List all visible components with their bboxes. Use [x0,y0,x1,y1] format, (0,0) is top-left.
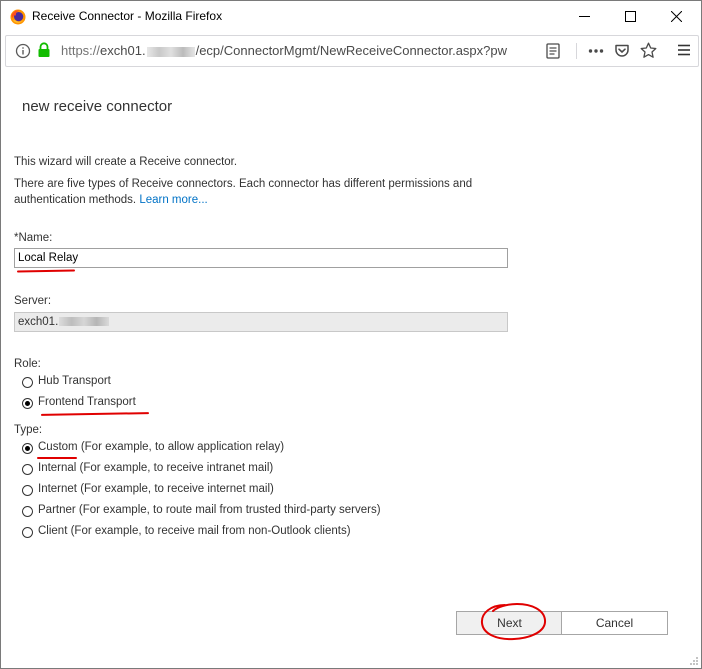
type-option-label: Internet (For example, to receive intern… [38,483,274,495]
description-text-line2: authentication methods. Learn more... [14,192,208,208]
reader-view-icon[interactable] [546,43,560,59]
radio-button-selected[interactable] [22,398,33,409]
url-bar[interactable]: https://exch01. /ecp/ConnectorMgmt/NewRec… [5,35,699,67]
server-label: Server: [14,295,52,307]
page-actions-icon[interactable] [588,48,604,54]
type-option-label: Internal (For example, to receive intran… [38,462,274,474]
role-label: Role: [14,358,41,370]
name-label: *Name: [14,232,53,244]
firefox-logo-icon [10,9,26,25]
role-option-label: Frontend Transport [38,396,136,408]
type-option-label: Custom (For example, to allow applicatio… [38,441,285,453]
url-scheme: https:// [61,43,101,58]
cancel-button[interactable]: Cancel [561,611,668,635]
red-circle-annotation [480,602,546,641]
type-label: Type: [14,424,43,436]
close-button[interactable] [654,1,700,32]
redacted-hostname [146,46,195,57]
description-text-2: authentication methods. [14,194,137,206]
name-input[interactable]: Local Relay [14,248,508,268]
window-title: Receive Connector - Mozilla Firefox [32,9,223,23]
title-bar[interactable]: Receive Connector - Mozilla Firefox [1,1,701,32]
type-option-label: Client (For example, to receive mail fro… [38,525,351,537]
url-host: exch01. [100,43,146,58]
redacted-server-domain [59,317,110,327]
info-icon[interactable] [15,43,31,59]
resize-grip-icon[interactable] [689,656,699,666]
lock-icon[interactable] [37,42,51,58]
radio-button[interactable] [22,377,33,388]
radio-button[interactable] [22,464,33,475]
server-input: exch01. [14,312,508,332]
url-text[interactable]: https://exch01. /ecp/ConnectorMgmt/NewRec… [61,43,507,58]
red-underline-annotation [16,269,76,273]
server-value: exch01. [18,316,59,328]
radio-button-selected[interactable] [22,443,33,454]
radio-button[interactable] [22,506,33,517]
minimize-button[interactable] [562,1,608,32]
learn-more-link[interactable]: Learn more... [139,194,207,206]
description-text: There are five types of Receive connecto… [14,178,473,190]
url-path: /ecp/ConnectorMgmt/NewReceiveConnector.a… [195,43,508,58]
hamburger-menu-icon[interactable] [677,44,691,56]
radio-button[interactable] [22,527,33,538]
bookmark-star-icon[interactable] [640,42,657,59]
role-option-label: Hub Transport [38,375,111,387]
page-content: new receive connector This wizard will c… [1,71,701,668]
page-title: new receive connector [22,98,173,115]
url-bar-separator [576,43,577,59]
radio-button[interactable] [22,485,33,496]
intro-text: This wizard will create a Receive connec… [14,156,238,168]
type-option-label: Partner (For example, to route mail from… [38,504,381,516]
red-underline-annotation [37,457,77,459]
close-icon [671,11,682,22]
minimize-icon [579,16,590,17]
maximize-icon [625,11,636,22]
maximize-button[interactable] [608,1,654,32]
red-underline-annotation [40,412,150,416]
pocket-icon[interactable] [614,43,630,59]
browser-window: Receive Connector - Mozilla Firefox http… [0,0,702,669]
